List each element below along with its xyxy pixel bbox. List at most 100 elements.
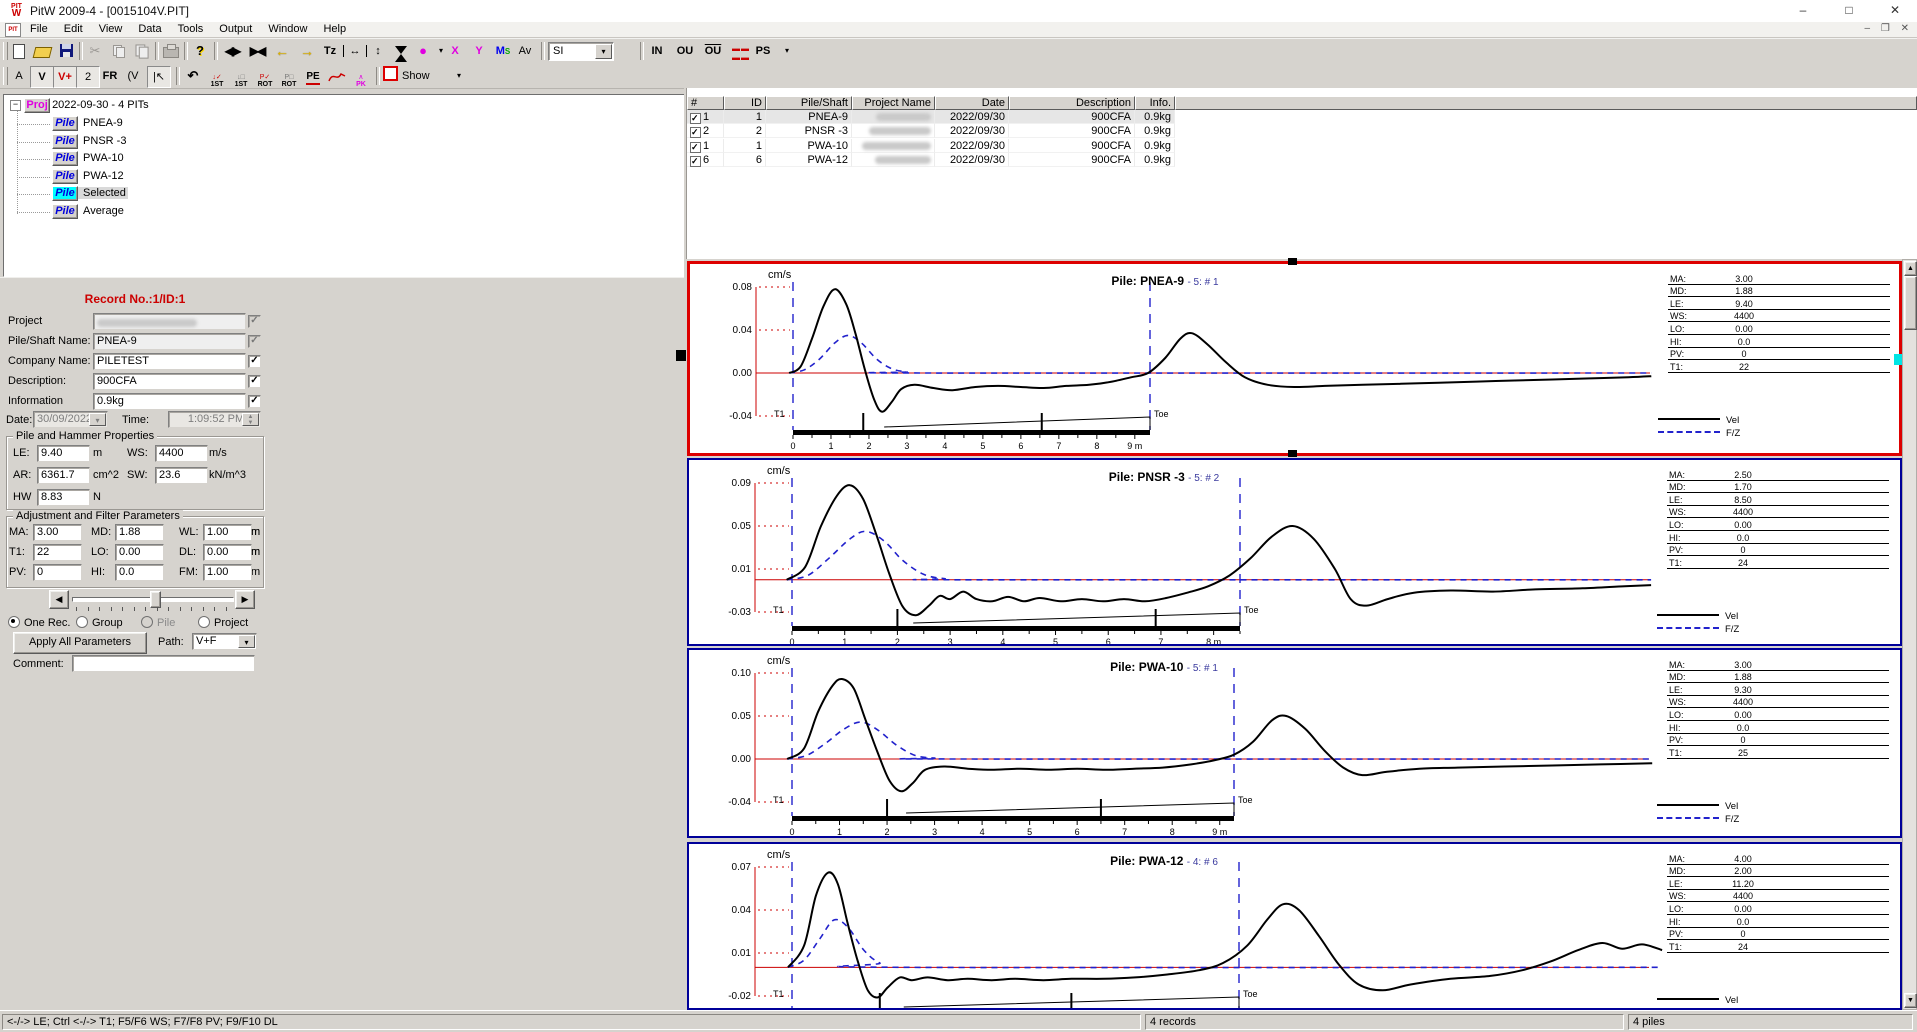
print-button[interactable] bbox=[160, 41, 182, 61]
row-checkbox-cell[interactable]: ✓ 1 bbox=[687, 138, 724, 153]
y-cursor-button[interactable]: Y bbox=[468, 41, 490, 61]
col-header-pileshaft[interactable]: Pile/Shaft bbox=[766, 96, 852, 110]
output-view-button[interactable]: OU bbox=[674, 41, 696, 61]
col-header-projectname[interactable]: Project Name bbox=[852, 96, 935, 110]
chart-panel-pwa-10[interactable]: 0.10 0.05 0.00 -0.04 cm/s T1 Toe 0 1 2 3 4 5 6 7 8 9 m Pi… bbox=[687, 648, 1902, 838]
charts-scrollbar[interactable]: ▲ ▼ bbox=[1902, 259, 1917, 1010]
shift-left-button[interactable]: ← bbox=[271, 41, 293, 61]
prop-input-SW[interactable]: 23.6 bbox=[155, 467, 208, 484]
peak-button[interactable]: ∧ PK bbox=[350, 66, 372, 88]
input-view-button[interactable]: IN bbox=[646, 41, 668, 61]
menu-data[interactable]: Data bbox=[130, 22, 169, 37]
paste-button[interactable] bbox=[130, 41, 152, 61]
field-checkbox-4[interactable]: ✓ bbox=[248, 395, 261, 408]
compress-vertical-button[interactable] bbox=[390, 41, 412, 62]
rotation-checked-button[interactable]: P✓ ROT bbox=[254, 66, 276, 88]
row-checkbox-cell[interactable]: ✓ 6 bbox=[687, 152, 724, 167]
cut-button[interactable]: ✂ bbox=[84, 41, 106, 61]
view-dropdown[interactable]: ▾ bbox=[776, 41, 798, 61]
chart-panel-pnsr-3[interactable]: 0.09 0.05 0.01 -0.03 cm/s T1 Toe 0 1 2 3 4 5 6 7 8 m Pil… bbox=[687, 458, 1902, 646]
field-checkbox-2[interactable]: ✓ bbox=[248, 355, 261, 368]
frequency-button[interactable]: FR bbox=[99, 66, 121, 86]
tree-item-pwa-10[interactable]: Pile PWA-10 bbox=[52, 151, 126, 167]
velocity-plus-button[interactable]: V+ bbox=[53, 66, 77, 88]
combo-arrow-icon[interactable]: ▾ bbox=[595, 44, 612, 59]
tree-item-pnsr-3[interactable]: Pile PNSR -3 bbox=[52, 133, 128, 150]
field-checkbox-1[interactable]: ✓ bbox=[248, 335, 261, 348]
chart-panel-pwa-12[interactable]: 0.070.040.01-0.02cm/sT1Toe01234567891011… bbox=[687, 842, 1902, 1010]
prop-input-HW[interactable]: 8.83 bbox=[37, 489, 90, 506]
tree-item-average[interactable]: Pile Average bbox=[52, 203, 126, 220]
close-button[interactable]: ✕ bbox=[1873, 0, 1917, 21]
selection-handle-left[interactable] bbox=[676, 350, 686, 361]
col-header-info[interactable]: Info. bbox=[1135, 96, 1175, 110]
adjust-input-PV[interactable]: 0 bbox=[33, 564, 82, 581]
date-dropdown-icon[interactable]: ▾ bbox=[89, 413, 106, 426]
wavelet-button[interactable]: (V bbox=[122, 66, 144, 86]
selection-handle-right[interactable] bbox=[1894, 354, 1902, 365]
time-field[interactable]: 1:09:52 PM ▲ ▼ bbox=[168, 411, 261, 428]
slider-left-button[interactable]: ◀ bbox=[49, 590, 69, 609]
apply-all-parameters-button[interactable]: Apply All Parameters bbox=[13, 632, 147, 654]
scrollbar-thumb[interactable] bbox=[1904, 276, 1917, 330]
minimize-button[interactable]: – bbox=[1781, 0, 1825, 21]
field-checkbox-3[interactable]: ✓ bbox=[248, 375, 261, 388]
open-file-button[interactable] bbox=[31, 41, 53, 61]
expand-vertical-button[interactable]: ↕ bbox=[367, 41, 389, 61]
width-fit-button[interactable]: ↔ bbox=[343, 45, 367, 57]
scroll-up-icon[interactable]: ▲ bbox=[1904, 261, 1917, 276]
menu-window[interactable]: Window bbox=[260, 22, 315, 37]
help-button[interactable]: ? bbox=[189, 41, 211, 61]
prop-input-WS[interactable]: 4400 bbox=[155, 445, 208, 462]
adjust-input-DL[interactable]: 0.00 bbox=[203, 544, 252, 561]
radio-project[interactable]: Project bbox=[198, 616, 248, 629]
tz-button[interactable]: Tz bbox=[319, 41, 341, 61]
radio-group[interactable]: Group bbox=[76, 616, 123, 629]
tree-root-item[interactable]: − Proj 2022-09-30 - 4 PITs bbox=[10, 98, 151, 114]
two-curves-button[interactable]: 2 bbox=[76, 66, 100, 88]
expand-horizontal-button[interactable]: ◀▶ bbox=[221, 41, 243, 61]
row-checkbox-cell[interactable]: ✓ 2 bbox=[687, 124, 724, 139]
col-header-date[interactable]: Date bbox=[935, 96, 1009, 110]
path-dropdown-icon[interactable]: ▾ bbox=[238, 635, 255, 648]
prop-input-LE[interactable]: 9.40 bbox=[37, 445, 90, 462]
time-spinner[interactable]: ▲ ▼ bbox=[242, 413, 259, 426]
row-checkbox[interactable]: ✓ bbox=[690, 141, 701, 153]
x-cursor-button[interactable]: X bbox=[444, 41, 466, 61]
grid-layout-button[interactable]: ▬▬ ▬▬ bbox=[730, 41, 752, 62]
adjust-input-FM[interactable]: 1.00 bbox=[203, 564, 252, 581]
amplitude-button[interactable]: A bbox=[8, 66, 30, 86]
col-header-[interactable]: # bbox=[687, 96, 724, 110]
tree-item-pnea-9[interactable]: Pile PNEA-9 bbox=[52, 116, 125, 132]
shift-right-button[interactable]: → bbox=[296, 41, 318, 61]
new-file-button[interactable] bbox=[8, 41, 30, 61]
tree-item-pwa-12[interactable]: Pile PWA-12 bbox=[52, 168, 126, 185]
row-checkbox[interactable]: ✓ bbox=[690, 155, 701, 167]
field-input-3[interactable]: 900CFA bbox=[93, 373, 246, 390]
radio-onerec[interactable]: One Rec. bbox=[8, 616, 70, 629]
scroll-down-icon[interactable]: ▼ bbox=[1904, 993, 1917, 1008]
selection-handle-bottom[interactable] bbox=[1288, 450, 1297, 457]
ps-view-button[interactable]: PS bbox=[752, 41, 774, 61]
tree-item-selected[interactable]: Pile Selected bbox=[52, 186, 128, 202]
row-checkbox[interactable]: ✓ bbox=[690, 127, 701, 139]
average-button[interactable]: Av bbox=[514, 41, 536, 61]
row-checkbox-cell[interactable]: ✓ 1 bbox=[687, 110, 724, 124]
pile-exponential-button[interactable]: PE bbox=[302, 66, 324, 86]
mdi-window-buttons[interactable]: – ❐ ✕ bbox=[1865, 23, 1913, 34]
menu-output[interactable]: Output bbox=[211, 22, 260, 37]
slider-thumb[interactable] bbox=[150, 591, 161, 608]
menu-tools[interactable]: Tools bbox=[170, 22, 212, 37]
date-field[interactable]: 30/09/2022 ▾ bbox=[33, 411, 108, 428]
field-input-0[interactable] bbox=[93, 313, 246, 330]
first-record-unchecked-button[interactable]: ↓□ 1ST bbox=[230, 66, 252, 88]
output-overline-button[interactable]: OU bbox=[702, 41, 724, 61]
col-header-description[interactable]: Description bbox=[1009, 96, 1135, 110]
comment-input[interactable] bbox=[72, 655, 255, 672]
adjust-input-HI[interactable]: 0.0 bbox=[115, 564, 164, 581]
maximize-button[interactable]: □ bbox=[1827, 0, 1871, 21]
prop-input-AR[interactable]: 6361.7 bbox=[37, 467, 90, 484]
path-combobox[interactable]: V+F ▾ bbox=[192, 633, 257, 650]
adjust-input-T1[interactable]: 22 bbox=[33, 544, 82, 561]
filter-curve-button[interactable] bbox=[326, 66, 348, 86]
